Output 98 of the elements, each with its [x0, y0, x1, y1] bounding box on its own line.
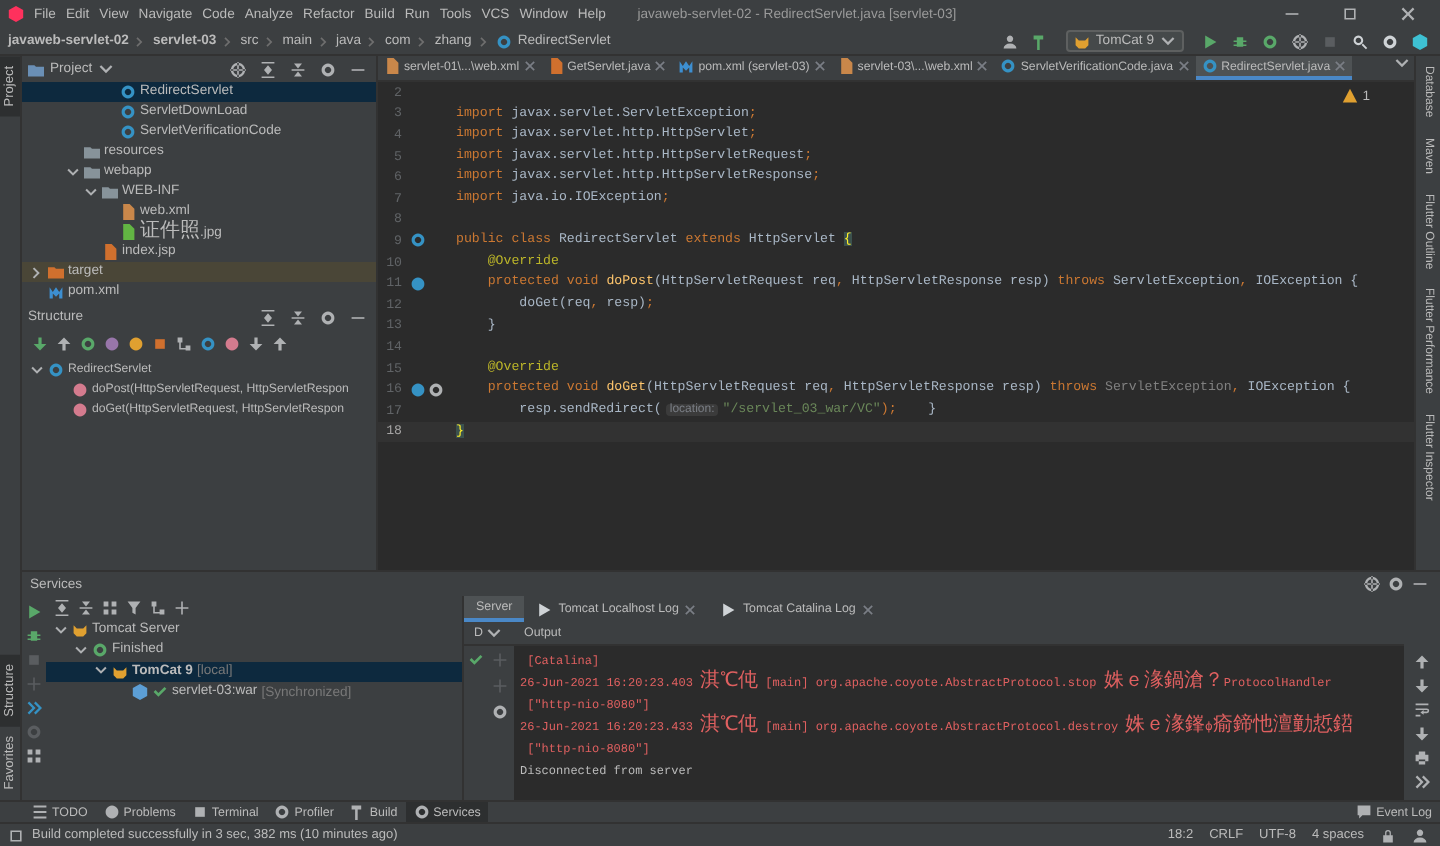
app-logo-icon [8, 6, 24, 22]
tool-window-icon [103, 804, 120, 820]
class-icon [1201, 58, 1218, 74]
override-icon[interactable] [410, 275, 426, 292]
collapse-all-icon[interactable] [290, 61, 306, 77]
add-icon[interactable] [174, 600, 190, 616]
user-icon[interactable] [1001, 33, 1018, 49]
property-filter-icon[interactable] [104, 335, 120, 351]
lambda-filter-icon[interactable] [224, 335, 240, 351]
close-icon[interactable] [654, 60, 667, 72]
close-icon[interactable] [861, 603, 874, 615]
chevron-icon [366, 35, 379, 47]
log-icon [720, 601, 737, 617]
tool-window-icon [32, 804, 48, 820]
expand-arrow-icon[interactable] [30, 265, 44, 279]
tool-window-icon [191, 804, 208, 820]
chevron-icon [477, 35, 490, 47]
maximize-icon[interactable] [1342, 6, 1358, 22]
close-icon[interactable] [976, 60, 989, 72]
panel-toggle-icon[interactable] [8, 827, 24, 843]
tool-window-icon [349, 804, 366, 820]
class-gutter-icon[interactable] [410, 232, 426, 249]
warning-icon[interactable] [1342, 88, 1359, 104]
tree-icon[interactable] [150, 600, 166, 616]
class-filter-icon[interactable] [80, 335, 96, 351]
close-icon[interactable] [1177, 60, 1190, 72]
chevron-icon [134, 35, 147, 47]
check-icon [468, 652, 484, 668]
class-icon [495, 33, 512, 49]
coverage-icon[interactable] [1262, 33, 1278, 49]
search-icon[interactable] [1352, 33, 1368, 49]
caret-icon[interactable] [98, 61, 115, 77]
chevron-icon [222, 35, 235, 47]
folder-icon [28, 61, 44, 77]
app-logo-icon[interactable] [1412, 33, 1428, 49]
close-icon[interactable] [684, 603, 697, 615]
bubble-icon [1356, 804, 1373, 820]
server-icon [72, 622, 88, 639]
collapse-all-icon[interactable] [290, 309, 306, 325]
expand-arrow-icon[interactable] [66, 165, 80, 179]
scroll-up-icon[interactable] [1414, 654, 1430, 670]
lock-icon[interactable] [1380, 827, 1396, 843]
chevron-icon [264, 35, 277, 47]
class-icon [120, 104, 136, 120]
expand-arrow-icon[interactable] [54, 623, 68, 638]
close-icon[interactable] [523, 60, 536, 72]
user-icon[interactable] [1412, 827, 1428, 843]
class-icon [120, 124, 136, 140]
expand-all-icon[interactable] [260, 309, 276, 325]
expand-all-icon[interactable] [54, 600, 70, 616]
non-public-filter-icon[interactable] [152, 335, 168, 351]
group-icon[interactable] [102, 600, 118, 616]
log-icon [536, 601, 553, 617]
tool-window-icon [413, 804, 430, 820]
tab-list-icon[interactable] [1394, 56, 1410, 72]
check-icon [152, 684, 168, 701]
soft-wrap-icon[interactable] [1414, 702, 1430, 718]
expand-all-icon[interactable] [260, 61, 276, 77]
folder-icon [48, 264, 64, 280]
override-icon[interactable] [410, 381, 426, 398]
filter-icon[interactable] [126, 600, 142, 616]
run-icon[interactable] [26, 604, 42, 620]
chevron-icon [416, 35, 429, 47]
inherited-filter-icon[interactable] [176, 335, 192, 351]
server-icon [112, 663, 128, 680]
scroll-down-icon[interactable] [1414, 678, 1430, 694]
debug-icon[interactable] [1232, 33, 1248, 49]
layout-icon[interactable] [26, 748, 42, 764]
expand-arrow-icon[interactable] [84, 185, 98, 199]
expand-arrow-icon[interactable] [94, 664, 108, 679]
class-icon [120, 84, 136, 100]
class-icon [1000, 58, 1017, 74]
image-file-icon [120, 224, 136, 240]
maven-file-icon [678, 58, 695, 74]
update-icon[interactable] [26, 700, 42, 716]
caret-icon [1160, 33, 1176, 49]
more-icon[interactable] [1414, 774, 1430, 790]
xml-file-icon [120, 204, 136, 220]
profile-icon[interactable] [1292, 33, 1308, 49]
expand-arrow-icon[interactable] [30, 363, 44, 377]
close-icon[interactable] [1400, 6, 1416, 22]
debug-icon[interactable] [26, 628, 42, 644]
field-filter-icon[interactable] [128, 335, 144, 351]
run-icon[interactable] [1202, 33, 1218, 49]
scroll-to-end-icon[interactable] [1414, 726, 1430, 742]
hammer-icon[interactable] [1031, 33, 1048, 49]
print-icon[interactable] [1414, 750, 1430, 766]
tool-window-icon [274, 804, 291, 820]
collapse-all-icon[interactable] [78, 600, 94, 616]
anonymous-filter-icon[interactable] [200, 335, 216, 351]
expand-arrow-icon[interactable] [74, 643, 88, 658]
locate-icon[interactable] [230, 61, 246, 77]
artifact-icon [132, 684, 148, 701]
server-icon [1073, 33, 1090, 49]
chevron-icon [318, 35, 330, 47]
class-icon [48, 362, 64, 378]
close-icon[interactable] [813, 60, 826, 72]
maven-file-icon [48, 284, 64, 300]
